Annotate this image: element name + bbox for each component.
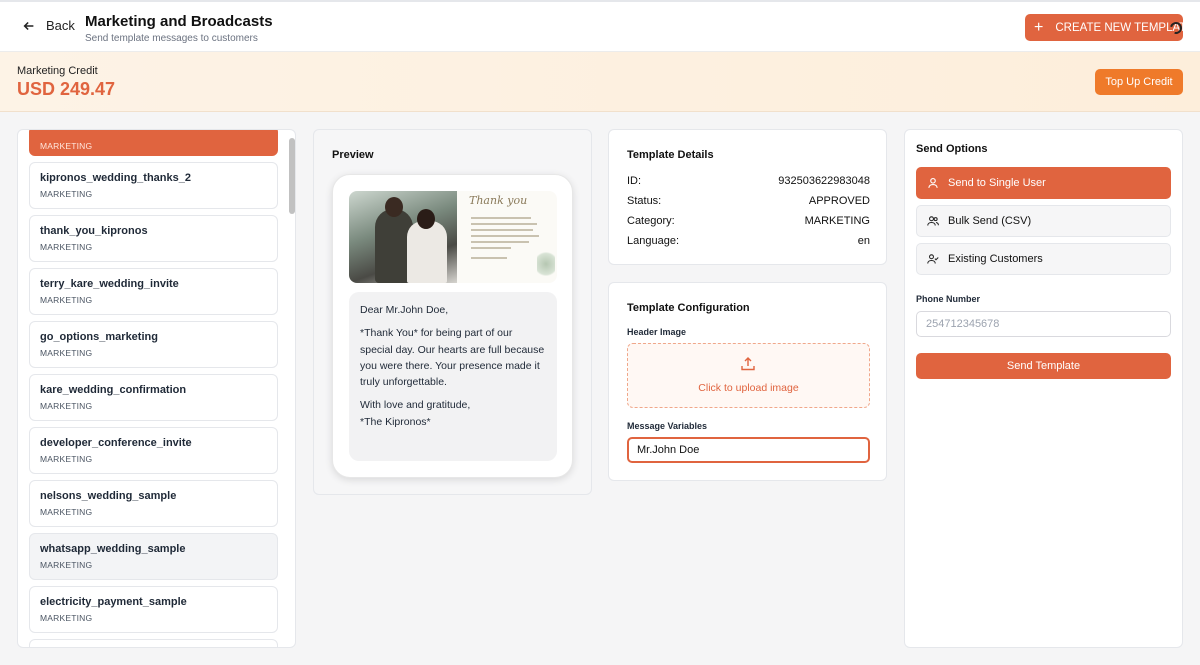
list-scrollbar[interactable] xyxy=(289,138,295,214)
detail-value: en xyxy=(857,235,870,247)
header-image: Thank you xyxy=(349,191,557,283)
image-upload-dropzone[interactable]: Click to upload image xyxy=(627,343,870,408)
template-item[interactable]: developer_conference_invite MARKETING xyxy=(29,427,278,474)
template-category: MARKETING xyxy=(40,507,93,517)
message-signoff: With love and gratitude, *The Kipronos* xyxy=(360,399,471,428)
option-label: Send to Single User xyxy=(948,177,1046,189)
existing-customers-option[interactable]: Existing Customers xyxy=(916,243,1171,275)
template-item[interactable]: nelsons_wedding_sample MARKETING xyxy=(29,480,278,527)
credit-label: Marketing Credit xyxy=(17,65,98,77)
preview-panel: Preview Thank you Dear Mr.John Doe, *Tha… xyxy=(313,129,592,495)
detail-row-status: Status: APPROVED xyxy=(627,195,870,207)
header-image-label: Header Image xyxy=(627,327,687,337)
user-icon xyxy=(928,177,938,188)
template-item[interactable]: MARKETING xyxy=(29,130,278,156)
template-details-panel: Template Details ID: 932503622983048 Sta… xyxy=(608,129,887,265)
page-subtitle: Send template messages to customers xyxy=(85,33,258,44)
template-name: thank_you_kipronos xyxy=(40,225,148,237)
preview-title: Preview xyxy=(332,149,374,161)
template-item[interactable] xyxy=(29,639,278,647)
template-category: MARKETING xyxy=(40,141,93,151)
message-greeting: Dear Mr.John Doe, xyxy=(360,304,449,316)
top-bar: Back Marketing and Broadcasts Send templ… xyxy=(0,0,1200,52)
send-template-button[interactable]: Send Template xyxy=(916,353,1171,379)
template-list-panel: MARKETING kipronos_wedding_thanks_2 MARK… xyxy=(17,129,296,648)
template-name: whatsapp_wedding_sample xyxy=(40,543,186,555)
detail-value: 932503622983048 xyxy=(778,175,870,187)
message-variable-input[interactable] xyxy=(627,437,870,463)
credit-bar: Marketing Credit USD 249.47 Top Up Credi… xyxy=(0,52,1200,112)
bulk-send-option[interactable]: Bulk Send (CSV) xyxy=(916,205,1171,237)
template-category: MARKETING xyxy=(40,401,93,411)
arrow-left-icon xyxy=(23,21,34,30)
create-template-button[interactable]: + CREATE NEW TEMPLATE xyxy=(1025,14,1183,41)
template-name: kipronos_wedding_thanks_2 xyxy=(40,172,191,184)
template-item[interactable]: electricity_payment_sample MARKETING xyxy=(29,586,278,633)
template-category: MARKETING xyxy=(40,189,93,199)
detail-label: Status: xyxy=(627,195,662,207)
couple-photo xyxy=(349,191,457,283)
template-item[interactable]: terry_kare_wedding_invite MARKETING xyxy=(29,268,278,315)
template-item[interactable]: kare_wedding_confirmation MARKETING xyxy=(29,374,278,421)
detail-label: Category: xyxy=(627,215,675,227)
template-category: MARKETING xyxy=(40,560,93,570)
option-label: Existing Customers xyxy=(948,253,1043,265)
template-list: MARKETING kipronos_wedding_thanks_2 MARK… xyxy=(29,130,278,647)
template-category: MARKETING xyxy=(40,613,93,623)
back-button[interactable]: Back xyxy=(22,18,75,33)
template-item[interactable]: thank_you_kipronos MARKETING xyxy=(29,215,278,262)
detail-row-id: ID: 932503622983048 xyxy=(627,175,870,187)
create-template-label: CREATE NEW TEMPLATE xyxy=(1055,21,1183,34)
thank-you-card: Thank you xyxy=(457,191,557,283)
template-name: electricity_payment_sample xyxy=(40,596,187,608)
top-up-button[interactable]: Top Up Credit xyxy=(1095,69,1183,95)
template-category: MARKETING xyxy=(40,348,93,358)
template-category: MARKETING xyxy=(40,242,93,252)
config-title: Template Configuration xyxy=(627,302,750,314)
send-single-user-option[interactable]: Send to Single User xyxy=(916,167,1171,199)
option-label: Bulk Send (CSV) xyxy=(948,215,1032,227)
back-label: Back xyxy=(46,18,75,33)
detail-label: ID: xyxy=(627,175,642,187)
details-title: Template Details xyxy=(627,149,714,161)
template-name: developer_conference_invite xyxy=(40,437,192,449)
detail-value: APPROVED xyxy=(808,195,870,207)
template-item[interactable]: go_options_marketing MARKETING xyxy=(29,321,278,368)
template-item[interactable]: whatsapp_wedding_sample MARKETING xyxy=(29,533,278,580)
users-icon xyxy=(927,216,939,226)
template-category: MARKETING xyxy=(40,454,93,464)
credit-value: USD 249.47 xyxy=(17,79,116,99)
message-body: *Thank You* for being part of our specia… xyxy=(360,327,545,389)
plus-icon: + xyxy=(1034,18,1044,36)
user-check-icon xyxy=(927,254,939,264)
detail-label: Language: xyxy=(627,235,679,247)
template-name: go_options_marketing xyxy=(40,331,158,343)
detail-value: MARKETING xyxy=(804,215,870,227)
phone-preview: Thank you Dear Mr.John Doe, *Thank You* … xyxy=(332,174,573,478)
upload-icon xyxy=(741,357,755,371)
template-category: MARKETING xyxy=(40,295,93,305)
template-item[interactable]: kipronos_wedding_thanks_2 MARKETING xyxy=(29,162,278,209)
detail-row-language: Language: en xyxy=(627,235,870,247)
phone-number-label: Phone Number xyxy=(916,294,981,304)
template-name: terry_kare_wedding_invite xyxy=(40,278,179,290)
message-bubble: Dear Mr.John Doe, *Thank You* for being … xyxy=(349,292,557,461)
phone-number-input[interactable] xyxy=(916,311,1171,337)
upload-label: Click to upload image xyxy=(698,382,799,394)
template-name: nelsons_wedding_sample xyxy=(40,490,177,502)
page-title: Marketing and Broadcasts xyxy=(85,13,273,30)
template-name: kare_wedding_confirmation xyxy=(40,384,187,396)
detail-row-category: Category: MARKETING xyxy=(627,215,870,227)
send-options-panel: Send Options Send to Single User Bulk Se… xyxy=(904,129,1183,648)
template-config-panel: Template Configuration Header Image Clic… xyxy=(608,282,887,481)
send-options-title: Send Options xyxy=(916,143,988,155)
message-variables-label: Message Variables xyxy=(627,421,708,431)
card-heading: Thank you xyxy=(469,194,528,207)
